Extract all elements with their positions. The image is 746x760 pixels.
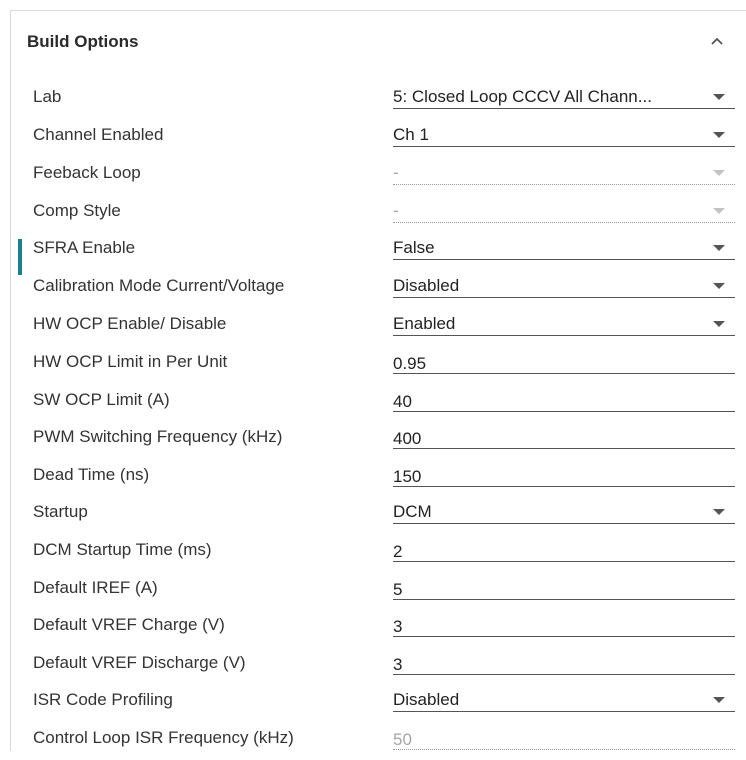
caret-down-icon[interactable] xyxy=(713,283,725,289)
caret-down-icon[interactable] xyxy=(713,132,725,138)
caret-down-icon[interactable] xyxy=(713,697,725,703)
option-row: PWM Switching Frequency (kHz) 400 xyxy=(11,421,746,459)
option-input[interactable]: 400 xyxy=(393,423,735,449)
option-label: Default VREF Charge (V) xyxy=(33,615,225,634)
option-label: Dead Time (ns) xyxy=(33,465,150,484)
option-row: Default VREF Charge (V) 3 xyxy=(11,609,746,647)
option-select: - xyxy=(393,159,735,185)
option-select[interactable]: DCM xyxy=(393,498,735,524)
option-label: Calibration Mode Current/Voltage xyxy=(33,276,285,295)
option-label: Lab xyxy=(33,87,62,106)
option-label: HW OCP Limit in Per Unit xyxy=(33,352,228,371)
option-value: 50 xyxy=(393,730,412,749)
option-row: Channel Enabled Ch 1 xyxy=(11,119,746,157)
option-select[interactable]: Enabled xyxy=(393,310,735,336)
panel-header[interactable]: Build Options xyxy=(11,11,746,73)
option-value: - xyxy=(393,201,399,220)
caret-down-icon xyxy=(713,208,725,214)
option-label: ISR Code Profiling xyxy=(33,690,173,709)
caret-down-icon[interactable] xyxy=(713,509,725,515)
option-row: Calibration Mode Current/Voltage Disabled xyxy=(11,270,746,308)
option-value: 40 xyxy=(393,392,412,411)
caret-down-icon[interactable] xyxy=(713,94,725,100)
option-label: Channel Enabled xyxy=(33,125,164,144)
option-label: Default IREF (A) xyxy=(33,578,158,597)
option-label: Startup xyxy=(33,502,88,521)
build-options-panel: Build Options Lab 5: Closed Loop CCCV All… xyxy=(10,10,746,751)
option-row: Lab 5: Closed Loop CCCV All Chann... xyxy=(11,81,746,119)
option-select[interactable]: False xyxy=(393,234,735,260)
option-row: SW OCP Limit (A) 40 xyxy=(11,384,746,422)
option-row: HW OCP Limit in Per Unit 0.95 xyxy=(11,346,746,384)
option-row: Control Loop ISR Frequency (kHz) 50 xyxy=(11,722,746,760)
option-value: 0.95 xyxy=(393,354,427,373)
option-input[interactable]: 2 xyxy=(393,536,735,562)
option-input[interactable]: 40 xyxy=(393,386,735,412)
option-select[interactable]: Disabled xyxy=(393,686,735,712)
option-row: HW OCP Enable/ Disable Enabled xyxy=(11,308,746,346)
option-label: DCM Startup Time (ms) xyxy=(33,540,212,559)
option-value: 150 xyxy=(393,467,422,486)
option-label: Default VREF Discharge (V) xyxy=(33,653,246,672)
option-value: Disabled xyxy=(393,690,460,709)
option-row: Startup DCM xyxy=(11,496,746,534)
option-value: - xyxy=(393,163,399,182)
caret-down-icon[interactable] xyxy=(713,245,725,251)
option-label: Feeback Loop xyxy=(33,163,141,182)
option-value: Enabled xyxy=(393,314,456,333)
option-label: Control Loop ISR Frequency (kHz) xyxy=(33,728,294,747)
option-input[interactable]: 3 xyxy=(393,649,735,675)
option-input[interactable]: 3 xyxy=(393,611,735,637)
option-select[interactable]: Ch 1 xyxy=(393,121,735,147)
caret-down-icon[interactable] xyxy=(713,321,725,327)
option-label: Comp Style xyxy=(33,201,121,220)
option-value: DCM xyxy=(393,502,432,521)
option-value: 400 xyxy=(393,429,422,448)
option-row: Default IREF (A) 5 xyxy=(11,572,746,610)
option-input: 50 xyxy=(393,724,735,750)
option-row: ISR Code Profiling Disabled xyxy=(11,684,746,722)
option-value: 5 xyxy=(393,580,403,599)
option-label: HW OCP Enable/ Disable xyxy=(33,314,227,333)
option-row: Dead Time (ns) 150 xyxy=(11,459,746,497)
option-input[interactable]: 5 xyxy=(393,574,735,600)
option-row: SFRA Enable False xyxy=(11,232,746,275)
option-row: Comp Style - xyxy=(11,195,746,233)
option-value: 2 xyxy=(393,542,403,561)
option-value: 3 xyxy=(393,617,403,636)
option-label: PWM Switching Frequency (kHz) xyxy=(33,427,283,446)
chevron-up-icon[interactable] xyxy=(705,29,729,53)
option-value: Disabled xyxy=(393,276,460,295)
panel-title: Build Options xyxy=(27,32,139,51)
option-value: Ch 1 xyxy=(393,125,429,144)
option-input[interactable]: 150 xyxy=(393,461,735,487)
option-value: False xyxy=(393,238,435,257)
option-value: 5: Closed Loop CCCV All Chann... xyxy=(393,87,652,106)
caret-down-icon xyxy=(713,170,725,176)
option-row: Feeback Loop - xyxy=(11,157,746,195)
option-select: - xyxy=(393,197,735,223)
option-label: SW OCP Limit (A) xyxy=(33,390,170,409)
option-row: Default VREF Discharge (V) 3 xyxy=(11,647,746,685)
option-label: SFRA Enable xyxy=(33,238,136,257)
option-select[interactable]: 5: Closed Loop CCCV All Chann... xyxy=(393,83,735,109)
option-row: DCM Startup Time (ms) 2 xyxy=(11,534,746,572)
option-input[interactable]: 0.95 xyxy=(393,348,735,374)
option-select[interactable]: Disabled xyxy=(393,272,735,298)
option-value: 3 xyxy=(393,655,403,674)
